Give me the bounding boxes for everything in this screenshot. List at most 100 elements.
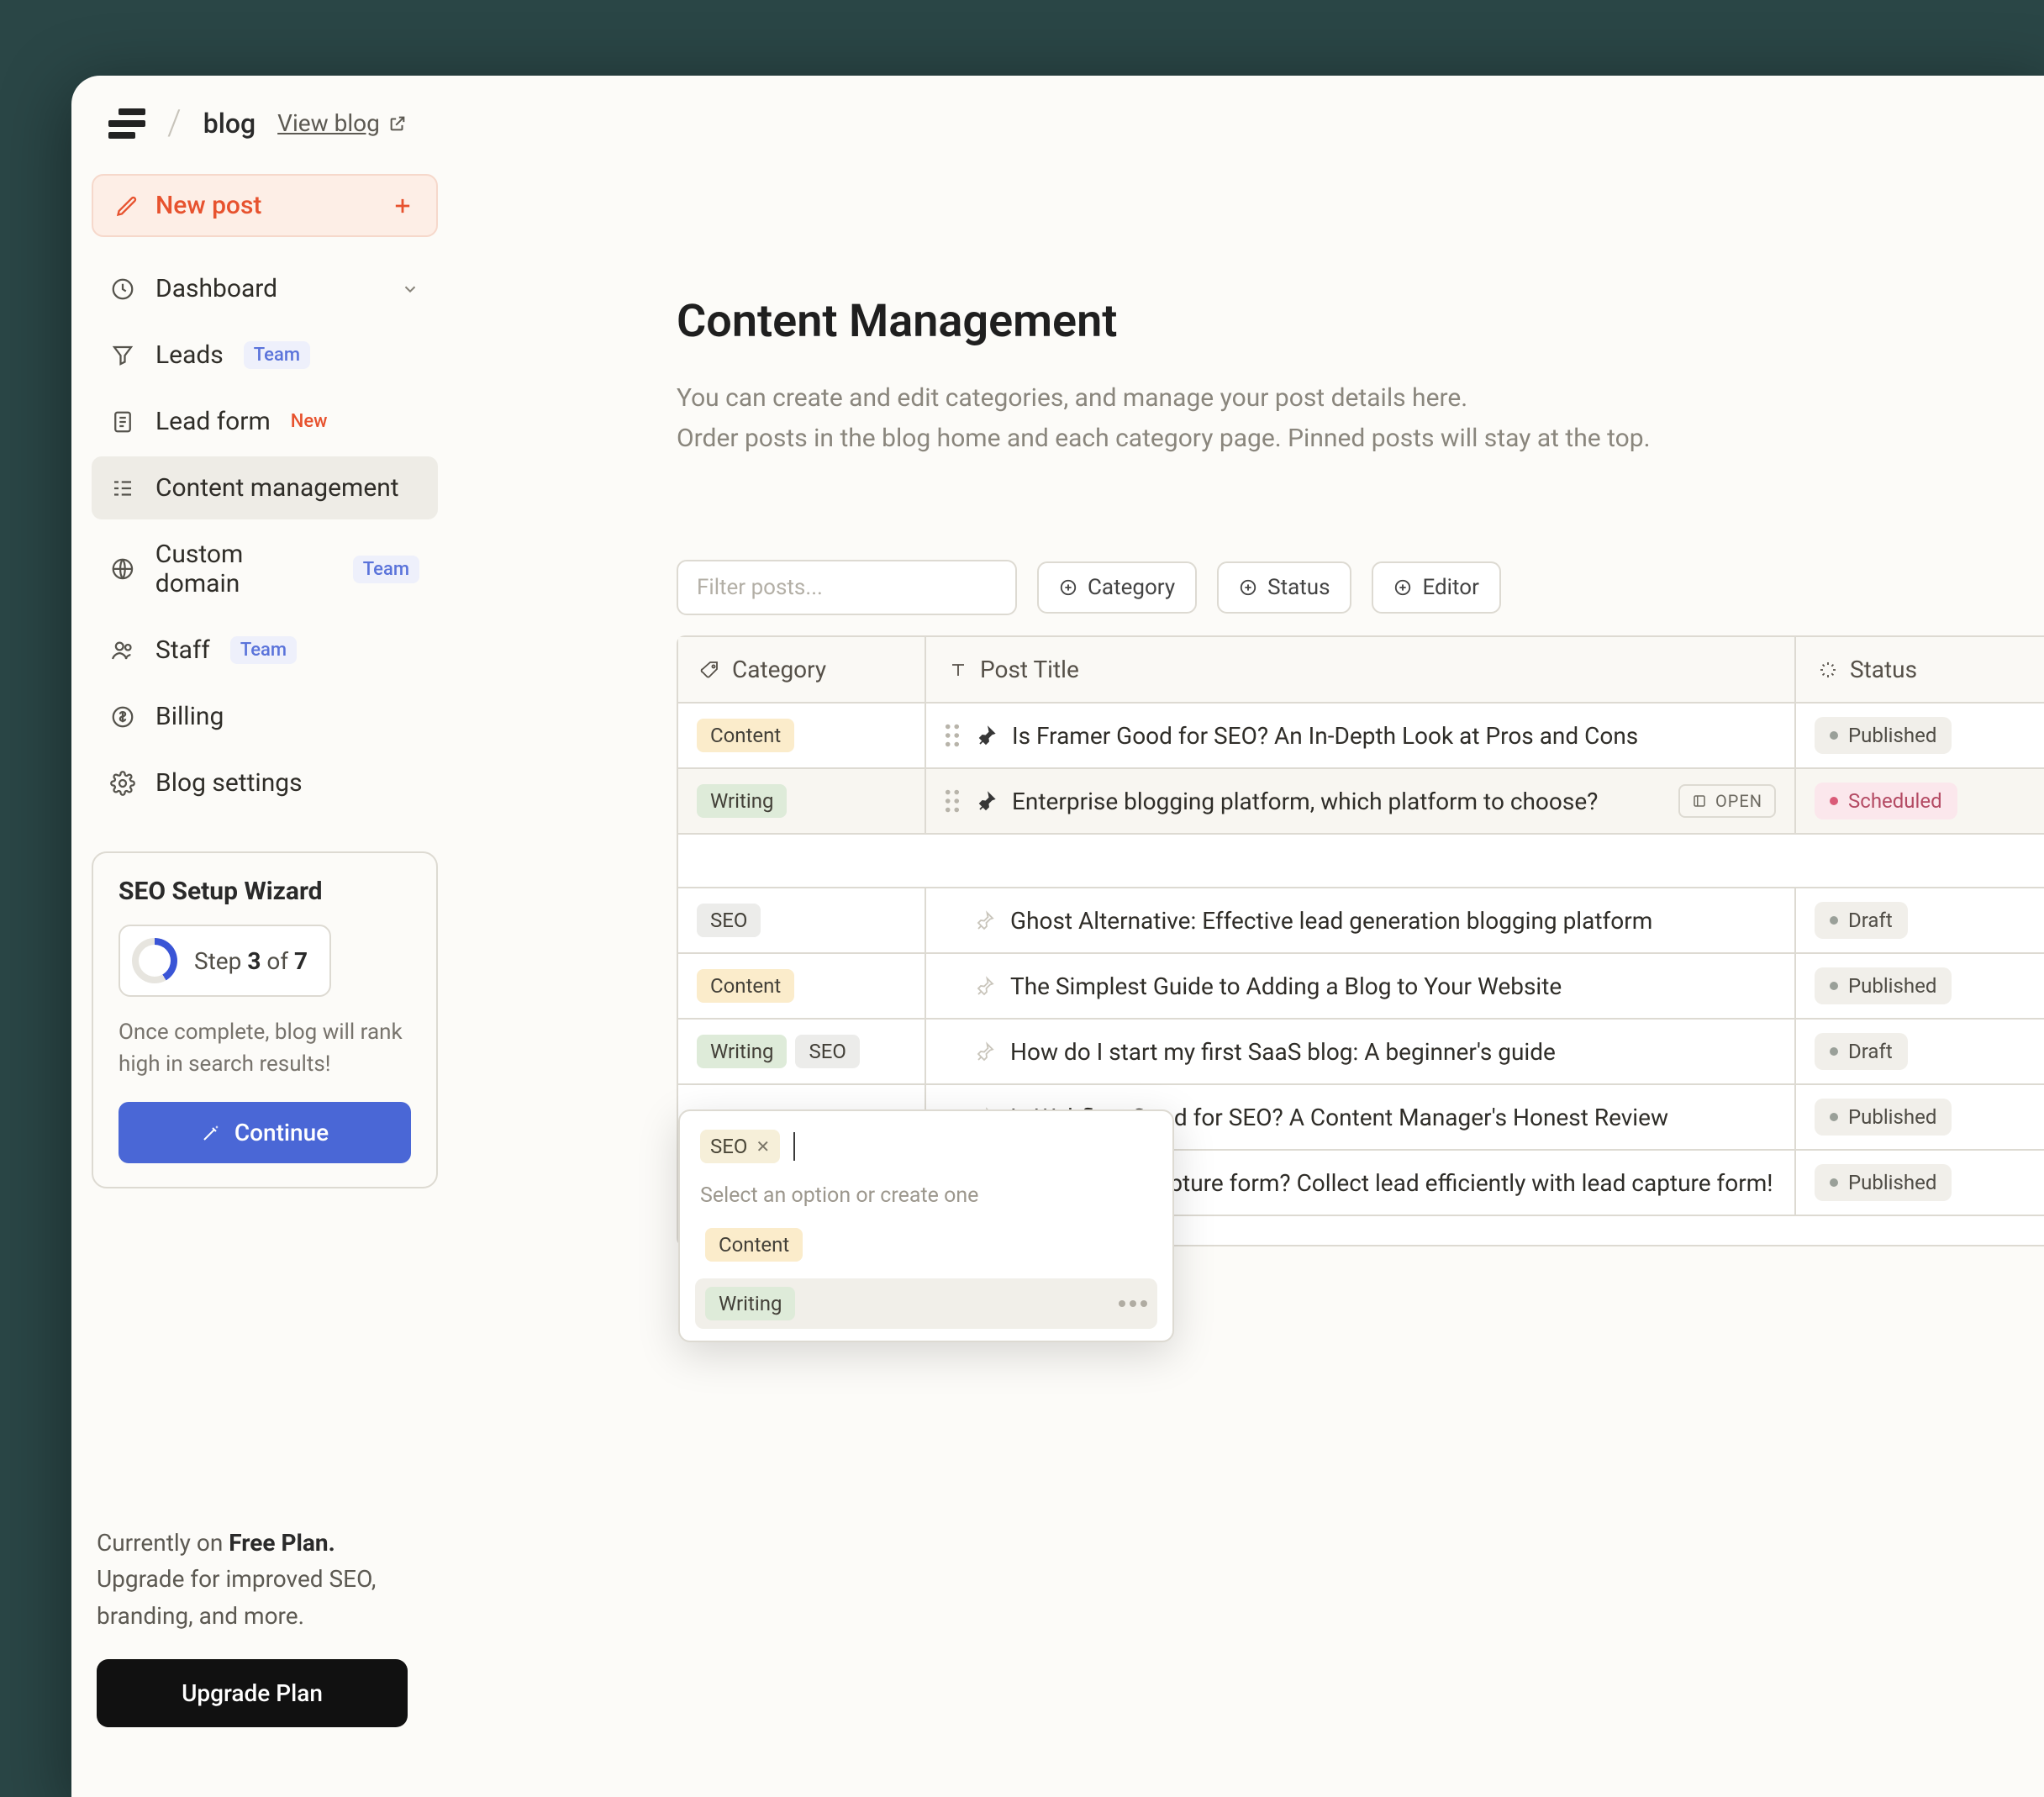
nav-icon: [110, 556, 135, 582]
popover-options: Content Writing: [695, 1220, 1157, 1329]
continue-label: Continue: [234, 1119, 329, 1146]
nav-icon: [110, 771, 135, 796]
sidebar-item-blog-settings[interactable]: Blog settings: [92, 751, 438, 814]
nav-icon: [110, 476, 135, 501]
popover-option[interactable]: Content: [695, 1220, 1157, 1270]
popover-input-row[interactable]: SEO ✕: [695, 1126, 1157, 1178]
topbar: / blog View blog: [71, 76, 2044, 164]
nav-icon: [110, 343, 135, 368]
cell-category[interactable]: Content: [678, 704, 926, 767]
cell-category[interactable]: Content: [678, 954, 926, 1018]
seo-wizard-desc: Once complete, blog will rank high in se…: [119, 1017, 411, 1080]
col-status[interactable]: Status: [1796, 637, 2044, 704]
nav-label: Lead form: [155, 407, 271, 436]
cell-title[interactable]: Ghost Alternative: Effective lead genera…: [926, 888, 1796, 952]
cell-status[interactable]: Draft: [1796, 1020, 2044, 1083]
category-tag: Content: [697, 969, 794, 1003]
filter-category-button[interactable]: Category: [1037, 561, 1197, 614]
category-tag: Writing: [697, 1035, 787, 1068]
open-badge[interactable]: OPEN: [1678, 784, 1776, 818]
table-row[interactable]: Content Is Framer Good for SEO? An In-De…: [678, 704, 2044, 769]
remove-tag-icon[interactable]: ✕: [756, 1136, 770, 1157]
progress-ring-icon: [132, 938, 177, 983]
page-subtitle: You can create and edit categories, and …: [677, 378, 1769, 459]
category-tag: Writing: [697, 784, 787, 818]
sidebar-item-dashboard[interactable]: Dashboard: [92, 257, 438, 320]
cell-status[interactable]: Published: [1796, 954, 2044, 1018]
cell-title[interactable]: The Simplest Guide to Adding a Blog to Y…: [926, 954, 1796, 1018]
table-row[interactable]: Writing Enterprise blogging platform, wh…: [678, 769, 2044, 835]
table-toolbar: Category Status Editor: [677, 560, 2044, 615]
cell-status[interactable]: Scheduled: [1796, 769, 2044, 833]
nav-label: Staff: [155, 635, 210, 665]
app-logo: [108, 105, 145, 142]
nav-icon: [110, 638, 135, 663]
post-title: The Simplest Guide to Adding a Blog to Y…: [1010, 972, 1562, 1000]
status-pill: Draft: [1815, 1033, 1908, 1070]
cell-category[interactable]: SEO: [678, 888, 926, 952]
cell-title[interactable]: Enterprise blogging platform, which plat…: [926, 769, 1796, 833]
cell-category[interactable]: WritingSEO: [678, 1020, 926, 1083]
sidebar-item-custom-domain[interactable]: Custom domain Team: [92, 523, 438, 615]
pin-icon: [975, 1041, 995, 1062]
col-title[interactable]: Post Title: [926, 637, 1796, 704]
sidebar: New post Dashboard LeadsTeam Lead formNe…: [71, 164, 458, 1794]
col-category[interactable]: Category: [678, 637, 926, 704]
filter-status-button[interactable]: Status: [1217, 561, 1351, 614]
sidebar-item-staff[interactable]: Staff Team: [92, 619, 438, 682]
main-content: Content Management You can create and ed…: [458, 164, 2044, 1794]
sidebar-item-lead-form[interactable]: Lead formNew: [92, 390, 438, 453]
more-icon[interactable]: [1119, 1300, 1147, 1307]
sidebar-item-leads[interactable]: LeadsTeam: [92, 324, 438, 387]
new-post-label: New post: [155, 191, 261, 220]
posts-table: Category Post Title Status Content Is Fr…: [677, 635, 2044, 1246]
nav-label: Dashboard: [155, 274, 277, 303]
drag-handle-icon[interactable]: [945, 789, 961, 813]
seo-wizard-title: SEO Setup Wizard: [119, 877, 411, 906]
nav-label: Billing: [155, 702, 224, 731]
nav-label: Custom domain: [155, 540, 333, 598]
cell-category[interactable]: Writing: [678, 769, 926, 833]
filter-posts-input[interactable]: [677, 560, 1017, 615]
cell-status[interactable]: Published: [1796, 704, 2044, 767]
page-title: Content Management: [677, 295, 2044, 348]
status-pill: Scheduled: [1815, 783, 1957, 819]
plus-icon: [391, 194, 414, 218]
post-title: Ghost Alternative: Effective lead genera…: [1010, 907, 1652, 935]
pencil-icon: [115, 194, 139, 218]
pin-icon: [977, 791, 997, 811]
seo-wizard-continue-button[interactable]: Continue: [119, 1102, 411, 1163]
cell-status[interactable]: Published: [1796, 1151, 2044, 1215]
popover-option[interactable]: Writing: [695, 1278, 1157, 1329]
drag-handle-icon[interactable]: [945, 724, 961, 747]
sidebar-item-billing[interactable]: Billing: [92, 685, 438, 748]
cell-status[interactable]: Draft: [1796, 888, 2044, 952]
team-badge: Team: [353, 556, 419, 583]
tag-icon: [700, 660, 720, 680]
pin-icon: [975, 976, 995, 996]
nav-icon: [110, 409, 135, 435]
view-blog-link[interactable]: View blog: [277, 109, 407, 137]
table-row[interactable]: SEO Ghost Alternative: Effective lead ge…: [678, 888, 2044, 954]
seo-wizard-step-text: Step 3 of 7: [194, 947, 308, 975]
view-blog-label: View blog: [277, 109, 380, 137]
loader-icon: [1818, 660, 1838, 680]
table-header: Category Post Title Status: [678, 637, 2044, 704]
upgrade-plan-button[interactable]: Upgrade Plan: [97, 1659, 408, 1727]
team-badge: Team: [230, 636, 297, 664]
breadcrumb-blog[interactable]: blog: [203, 108, 256, 140]
sidebar-item-content-management[interactable]: Content management: [92, 456, 438, 519]
table-row[interactable]: WritingSEO How do I start my first SaaS …: [678, 1020, 2044, 1085]
new-post-button[interactable]: New post: [92, 174, 438, 237]
status-pill: Draft: [1815, 902, 1908, 939]
selected-tag: SEO ✕: [700, 1130, 780, 1163]
cell-status[interactable]: Published: [1796, 1085, 2044, 1149]
cell-title[interactable]: How do I start my first SaaS blog: A beg…: [926, 1020, 1796, 1083]
table-row[interactable]: Content The Simplest Guide to Adding a B…: [678, 954, 2044, 1020]
cell-title[interactable]: Is Framer Good for SEO? An In-Depth Look…: [926, 704, 1796, 767]
sidebar-nav: Dashboard LeadsTeam Lead formNew Content…: [92, 257, 438, 814]
filter-editor-button[interactable]: Editor: [1372, 561, 1500, 614]
external-link-icon: [388, 114, 407, 133]
breadcrumb-separator: /: [167, 103, 182, 144]
category-tag: Writing: [705, 1287, 795, 1320]
